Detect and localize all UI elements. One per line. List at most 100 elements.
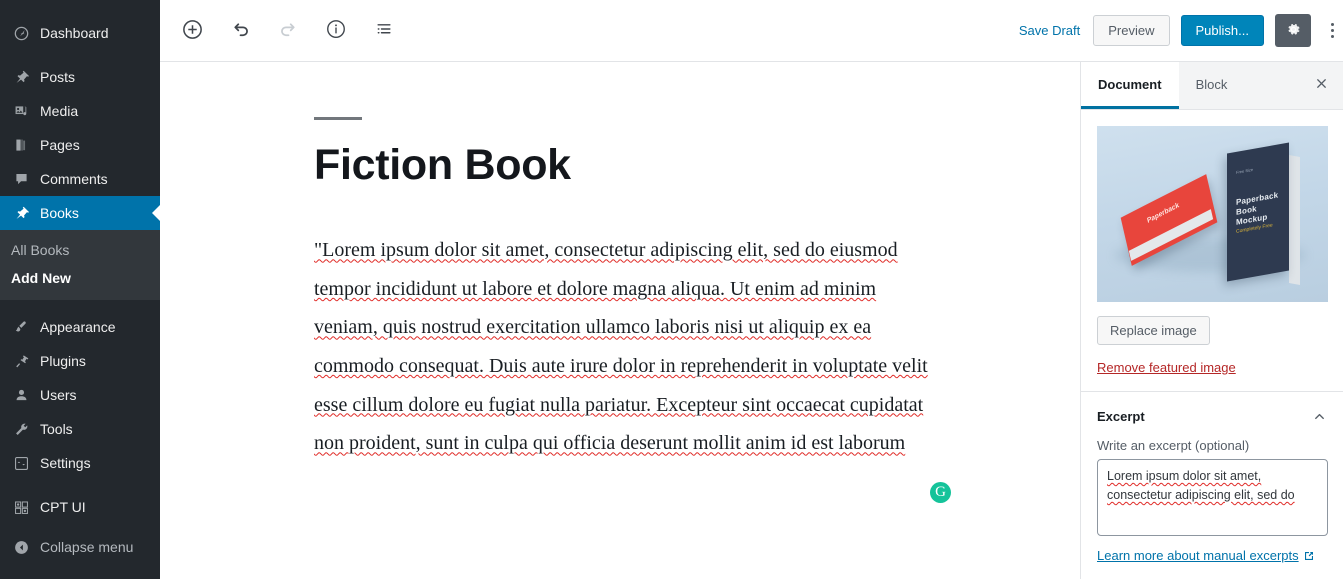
gear-icon [1285, 21, 1302, 41]
sidebar-item-label: Appearance [40, 319, 116, 335]
editor-stage: Save Draft Preview Publish... Fiction Bo… [160, 0, 1343, 579]
sidebar-item-label: Books [40, 205, 79, 221]
excerpt-panel-title: Excerpt [1097, 409, 1145, 424]
sidebar-item-label: Comments [40, 171, 108, 187]
remove-featured-image-link[interactable]: Remove featured image [1097, 360, 1236, 375]
sidebar-item-label: Media [40, 103, 79, 119]
kebab-menu-icon [1330, 23, 1334, 26]
learn-more-label: Learn more about manual excerpts [1097, 548, 1299, 563]
wordpress-block-editor: Dashboard Posts Media Pages Comments Boo… [0, 0, 1343, 579]
add-block-button[interactable] [174, 13, 210, 49]
sidebar-item-label: Tools [40, 421, 73, 437]
redo-icon [278, 19, 299, 43]
info-circle-icon [325, 18, 347, 43]
media-icon [11, 101, 31, 121]
excerpt-section: Excerpt Write an excerpt (optional) Lore… [1081, 392, 1343, 563]
flat-book-title: Paperback [1146, 201, 1180, 225]
plus-circle-icon [181, 18, 204, 44]
sidebar-item-dashboard[interactable]: Dashboard [0, 16, 160, 50]
plug-icon [11, 351, 31, 371]
pin-icon [11, 67, 31, 87]
post-body-text: "Lorem ipsum dolor sit amet, consectetur… [314, 239, 928, 455]
submenu-item-add-new[interactable]: Add New [0, 264, 160, 292]
sidebar-item-appearance[interactable]: Appearance [0, 310, 160, 344]
sidebar-item-comments[interactable]: Comments [0, 162, 160, 196]
sidebar-divider-2 [0, 300, 160, 310]
sidebar-divider [0, 50, 160, 60]
kebab-menu-icon [1330, 29, 1334, 32]
replace-image-button[interactable]: Replace image [1097, 316, 1210, 345]
excerpt-value: Lorem ipsum dolor sit amet, consectetur … [1107, 469, 1295, 502]
brush-icon [11, 317, 31, 337]
pin-icon [11, 203, 31, 223]
save-draft-button[interactable]: Save Draft [1017, 19, 1082, 42]
collapse-arrow-icon [11, 537, 31, 557]
post-title[interactable]: Fiction Book [314, 141, 1085, 189]
post-document: Fiction Book "Lorem ipsum dolor sit amet… [160, 62, 1085, 463]
sidebar-item-label: Users [40, 387, 77, 403]
sidebar-item-books[interactable]: Books [0, 196, 160, 230]
sidebar-collapse-menu[interactable]: Collapse menu [0, 530, 160, 564]
tab-block[interactable]: Block [1179, 62, 1245, 109]
featured-image-section: Paperback Free Size Paperback Book Mockup … [1081, 110, 1343, 392]
close-icon [1314, 76, 1329, 96]
sidebar-item-label: Settings [40, 455, 91, 471]
document-settings-panel: Document Block Paperback Free Size Paper… [1080, 62, 1343, 579]
publish-button[interactable]: Publish... [1180, 15, 1264, 46]
sliders-icon [11, 453, 31, 473]
editor-header: Save Draft Preview Publish... [160, 0, 1343, 62]
excerpt-input[interactable]: Lorem ipsum dolor sit amet, consectetur … [1097, 459, 1328, 536]
user-icon [11, 385, 31, 405]
admin-sidebar: Dashboard Posts Media Pages Comments Boo… [0, 0, 160, 579]
comment-icon [11, 169, 31, 189]
excerpt-field-label: Write an excerpt (optional) [1097, 438, 1250, 453]
grammarly-badge[interactable]: G [930, 482, 951, 503]
editor-canvas[interactable]: Fiction Book "Lorem ipsum dolor sit amet… [160, 62, 1085, 579]
featured-image[interactable]: Paperback Free Size Paperback Book Mockup … [1097, 126, 1328, 302]
tab-document[interactable]: Document [1081, 62, 1179, 109]
standing-book-top-label: Free Size [1236, 166, 1254, 175]
sidebar-item-label: Pages [40, 137, 80, 153]
list-view-button[interactable] [366, 13, 402, 49]
sidebar-item-media[interactable]: Media [0, 94, 160, 128]
content-info-button[interactable] [318, 13, 354, 49]
learn-more-excerpts-link[interactable]: Learn more about manual excerpts [1097, 548, 1327, 563]
sidebar-item-label: CPT UI [40, 499, 86, 515]
sidebar-item-cpt-ui[interactable]: CPT UI [0, 490, 160, 524]
editor-toolbar [174, 13, 402, 49]
standing-book-spine [1289, 155, 1300, 285]
dashboard-icon [11, 23, 31, 43]
sidebar-item-label: Posts [40, 69, 76, 85]
title-separator [314, 117, 362, 120]
post-body-paragraph[interactable]: "Lorem ipsum dolor sit amet, consectetur… [314, 231, 939, 463]
sidebar-item-posts[interactable]: Posts [0, 60, 160, 94]
sidebar-divider-3 [0, 480, 160, 490]
sidebar-item-plugins[interactable]: Plugins [0, 344, 160, 378]
list-view-icon [374, 19, 394, 42]
external-link-icon [1303, 550, 1315, 562]
undo-icon [230, 19, 251, 43]
sidebar-collapse-label: Collapse menu [40, 539, 134, 555]
sidebar-item-users[interactable]: Users [0, 378, 160, 412]
editor-actions: Save Draft Preview Publish... [1017, 13, 1334, 49]
books-submenu: All Books Add New [0, 230, 160, 300]
standing-book-cover: Free Size Paperback Book Mockup Completely… [1227, 142, 1289, 282]
wrench-icon [11, 419, 31, 439]
preview-button[interactable]: Preview [1093, 15, 1170, 46]
close-panel-button[interactable] [1299, 62, 1343, 109]
chevron-up-icon[interactable] [1312, 409, 1327, 424]
pages-icon [11, 135, 31, 155]
grid-icon [11, 497, 31, 517]
settings-toggle-button[interactable] [1275, 14, 1311, 47]
kebab-menu-icon [1330, 35, 1334, 38]
more-menu-button[interactable] [1322, 13, 1342, 49]
sidebar-item-settings[interactable]: Settings [0, 446, 160, 480]
submenu-item-all-books[interactable]: All Books [0, 236, 160, 264]
sidebar-item-tools[interactable]: Tools [0, 412, 160, 446]
sidebar-item-pages[interactable]: Pages [0, 128, 160, 162]
panel-tabs: Document Block [1081, 62, 1343, 110]
redo-button[interactable] [270, 13, 306, 49]
sidebar-item-label: Dashboard [40, 25, 109, 41]
excerpt-panel-header[interactable]: Excerpt [1081, 392, 1343, 424]
undo-button[interactable] [222, 13, 258, 49]
